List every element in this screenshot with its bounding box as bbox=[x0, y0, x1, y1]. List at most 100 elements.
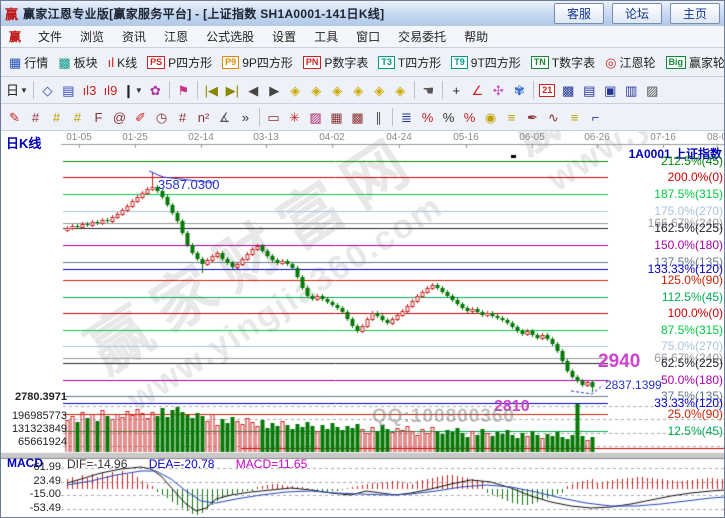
dif-value: DIF=-14.96 bbox=[67, 457, 127, 471]
toolbar-separator bbox=[442, 81, 443, 99]
hand-tool-button[interactable]: ☚ bbox=[418, 80, 439, 100]
quote-page-icon[interactable]: ▤ bbox=[58, 80, 79, 100]
expand-h-button[interactable]: ◈ bbox=[348, 80, 369, 100]
angle-measure-button-icon: ∠ bbox=[471, 84, 483, 97]
rays-tool-button[interactable]: ✳ bbox=[284, 107, 305, 127]
menu-item-2[interactable]: 资讯 bbox=[113, 25, 155, 48]
shift-right-button-icon: ◈ bbox=[311, 84, 321, 97]
angle-ruler-tool-button[interactable]: ∡ bbox=[214, 107, 235, 127]
box-split-tool-button[interactable]: ▭ bbox=[263, 107, 284, 127]
gold-grid-tool-button-icon: # bbox=[53, 111, 60, 124]
prev-candle-button[interactable]: ◀ bbox=[243, 80, 264, 100]
shift-left-button[interactable]: ◈ bbox=[285, 80, 306, 100]
toolbar-separator bbox=[169, 81, 170, 99]
quotes-button[interactable]: ▦行情 bbox=[4, 52, 53, 73]
golden-section-tool-button[interactable]: ≡ bbox=[501, 107, 522, 127]
homepage-button[interactable]: 主页 bbox=[670, 3, 720, 24]
app-window: 赢 赢家江恩专业版[赢家服务平台] - [上证指数 SH1A0001-141日K… bbox=[0, 0, 725, 518]
9p-square-button[interactable]: P99P四方形 bbox=[217, 52, 298, 73]
menu-item-0[interactable]: 文件 bbox=[29, 25, 71, 48]
print-button[interactable]: ▨ bbox=[642, 80, 663, 100]
price-list-tool-button[interactable]: ≣ bbox=[396, 107, 417, 127]
more-tools-button[interactable]: » bbox=[235, 107, 256, 127]
p-number-table-button[interactable]: PNP数字表 bbox=[298, 52, 374, 73]
compress-v-button[interactable]: ◈ bbox=[369, 80, 390, 100]
calculator-button[interactable]: ▩ bbox=[558, 80, 579, 100]
wave-count-tool-button[interactable]: ∿ bbox=[543, 107, 564, 127]
period-day-button[interactable]: 日▼ bbox=[4, 80, 30, 100]
grid-pattern2-tool-button[interactable]: ▩ bbox=[347, 107, 368, 127]
date-tick-label: 08-0 bbox=[707, 132, 725, 143]
calendar-button[interactable]: 21 bbox=[537, 80, 558, 100]
angle-measure-button[interactable]: ∠ bbox=[467, 80, 488, 100]
more-tools-button-icon: » bbox=[242, 111, 249, 124]
chevron-down-icon: ▼ bbox=[20, 86, 28, 95]
9t-square-button[interactable]: T99T四方形 bbox=[446, 52, 526, 73]
percent-tool-button[interactable]: % bbox=[438, 107, 459, 127]
grid-tool-button[interactable]: # bbox=[25, 107, 46, 127]
menu-item-5[interactable]: 设置 bbox=[263, 25, 305, 48]
menu-item-6[interactable]: 工具 bbox=[305, 25, 347, 48]
gann-pattern-icon[interactable]: ✿ bbox=[145, 80, 166, 100]
j-angle-tool-button[interactable]: ⌐ bbox=[585, 107, 606, 127]
chevron-down-icon: ▼ bbox=[135, 86, 143, 95]
gann-wheel-button[interactable]: ◎江恩轮 bbox=[600, 52, 660, 73]
gold-lines-tool-button[interactable]: ≡ bbox=[564, 107, 585, 127]
spiral-tool-button[interactable]: @ bbox=[109, 107, 130, 127]
t-number-table-button-icon: TN bbox=[531, 56, 549, 69]
t-number-table-button[interactable]: TNT数字表 bbox=[526, 52, 600, 73]
price-pen-tool-button[interactable]: ✒ bbox=[522, 107, 543, 127]
angle-pen-tool-button[interactable]: ✐ bbox=[130, 107, 151, 127]
gann-square-tool-button[interactable]: ✣ bbox=[488, 80, 509, 100]
parallel-lines-tool-button[interactable]: ∥ bbox=[368, 107, 389, 127]
n-square-tool-button[interactable]: n² bbox=[193, 107, 214, 127]
notes-button[interactable]: ▤ bbox=[579, 80, 600, 100]
menu-item-3[interactable]: 江恩 bbox=[155, 25, 197, 48]
p-square-button[interactable]: PSP四方形 bbox=[142, 52, 217, 73]
low-price-annotation: 2837.1399 bbox=[605, 378, 662, 392]
crosshair-tool-button[interactable]: + bbox=[446, 80, 467, 100]
shift-right-button[interactable]: ◈ bbox=[306, 80, 327, 100]
last-page-button[interactable]: ▶| bbox=[222, 80, 243, 100]
time-cycle-tool-button-icon: ◷ bbox=[156, 111, 167, 124]
window-layout-icon[interactable]: ◇ bbox=[37, 80, 58, 100]
sectors-button[interactable]: ▩板块 bbox=[53, 52, 102, 73]
brush-tool-button[interactable]: ✎ bbox=[4, 107, 25, 127]
percent-line-tool-button[interactable]: % bbox=[459, 107, 480, 127]
wave-rule-tool-button-icon: ✾ bbox=[514, 84, 525, 97]
n-square-tool-button-icon: n² bbox=[198, 111, 210, 124]
compress-h-button[interactable]: ◈ bbox=[327, 80, 348, 100]
menu-item-7[interactable]: 窗口 bbox=[347, 25, 389, 48]
kline-button[interactable]: ılK线 bbox=[103, 52, 143, 73]
dense-grid-tool-button[interactable]: # bbox=[172, 107, 193, 127]
fan-pattern-tool-button[interactable]: ▨ bbox=[305, 107, 326, 127]
export-button[interactable]: ▥ bbox=[621, 80, 642, 100]
gold-grid-tool-button[interactable]: # bbox=[46, 107, 67, 127]
flag-icon[interactable]: ⚑ bbox=[173, 80, 194, 100]
menu-item-8[interactable]: 交易委托 bbox=[389, 25, 455, 48]
customer-service-button[interactable]: 客服 bbox=[554, 3, 604, 24]
winner-wheel-button[interactable]: Big赢家轮 bbox=[661, 52, 725, 73]
f-grid-tool-button[interactable]: F bbox=[88, 107, 109, 127]
save-button[interactable]: ▣ bbox=[600, 80, 621, 100]
percent-retrace-tool-button[interactable]: % bbox=[417, 107, 438, 127]
plot-9-lines-icon[interactable]: ıl9 bbox=[100, 80, 121, 100]
candle-style-button[interactable]: ❙▼ bbox=[121, 80, 145, 100]
menu-item-1[interactable]: 浏览 bbox=[71, 25, 113, 48]
plot-3-lines-icon[interactable]: ıl3 bbox=[79, 80, 100, 100]
grid-pattern-tool-button[interactable]: ▦ bbox=[326, 107, 347, 127]
menu-item-9[interactable]: 帮助 bbox=[455, 25, 497, 48]
next-candle-button[interactable]: ▶ bbox=[264, 80, 285, 100]
first-page-button[interactable]: |◀ bbox=[201, 80, 222, 100]
gann-level-label: 25.0%(90) bbox=[668, 408, 723, 420]
expand-v-button[interactable]: ◈ bbox=[390, 80, 411, 100]
forum-button[interactable]: 论坛 bbox=[612, 3, 662, 24]
gold-grid2-tool-button[interactable]: # bbox=[67, 107, 88, 127]
macd-values: DIF=-14.96 DEA=-20.78 MACD=11.65 bbox=[67, 457, 325, 471]
menu-item-4[interactable]: 公式选股 bbox=[197, 25, 263, 48]
golden-circle-tool-button[interactable]: ◉ bbox=[480, 107, 501, 127]
j-angle-tool-button-icon: ⌐ bbox=[592, 111, 600, 124]
wave-rule-tool-button[interactable]: ✾ bbox=[509, 80, 530, 100]
time-cycle-tool-button[interactable]: ◷ bbox=[151, 107, 172, 127]
t-square-button[interactable]: T3T四方形 bbox=[373, 52, 446, 73]
